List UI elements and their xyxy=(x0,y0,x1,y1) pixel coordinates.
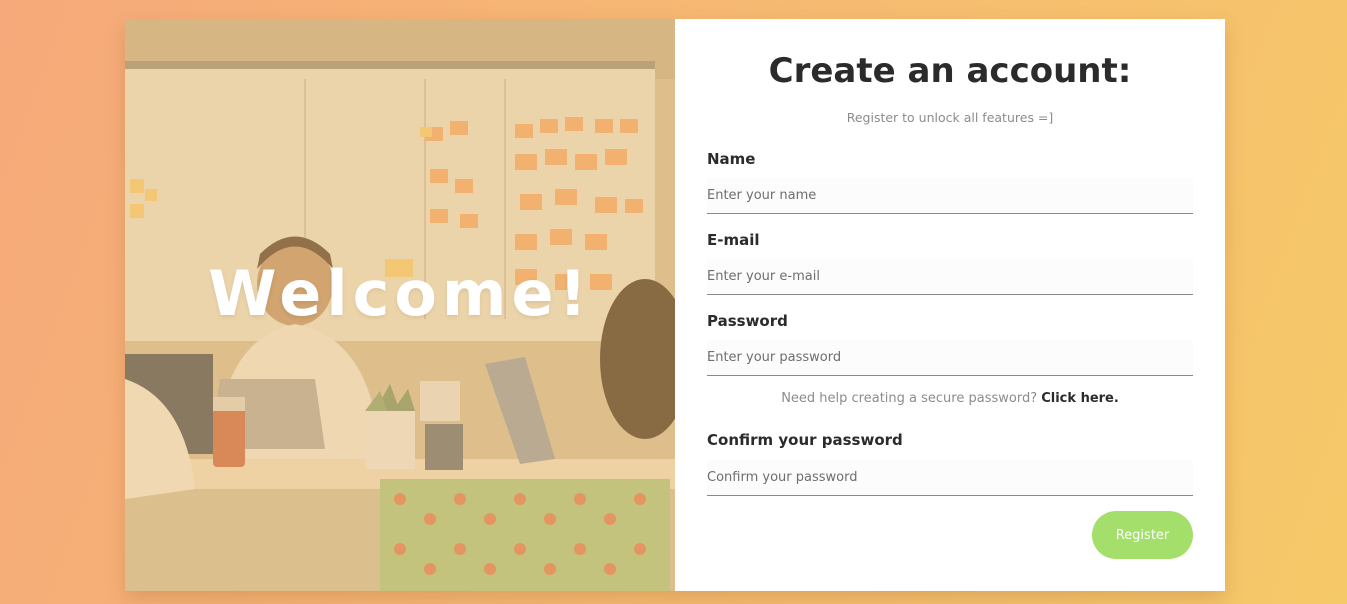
name-input[interactable] xyxy=(707,178,1193,214)
password-input[interactable] xyxy=(707,340,1193,376)
password-help-link[interactable]: Click here. xyxy=(1041,391,1119,406)
name-label: Name xyxy=(707,150,756,168)
register-form: Create an account: Register to unlock al… xyxy=(675,19,1225,591)
confirm-password-input[interactable] xyxy=(707,460,1193,496)
page-subtitle: Register to unlock all features =] xyxy=(846,110,1054,125)
email-label: E-mail xyxy=(707,231,760,249)
confirm-password-label: Confirm your password xyxy=(707,431,903,449)
password-help-text: Need help creating a secure password? xyxy=(781,391,1038,406)
welcome-heading: Welcome! xyxy=(208,257,592,330)
register-card: Welcome! Create an account: Register to … xyxy=(125,19,1225,591)
password-label: Password xyxy=(707,312,788,330)
register-button[interactable]: Register xyxy=(1092,511,1193,559)
email-input[interactable] xyxy=(707,259,1193,295)
password-help: Need help creating a secure password? Cl… xyxy=(675,391,1225,406)
page-title: Create an account: xyxy=(768,51,1132,91)
hero-panel: Welcome! xyxy=(125,19,675,591)
